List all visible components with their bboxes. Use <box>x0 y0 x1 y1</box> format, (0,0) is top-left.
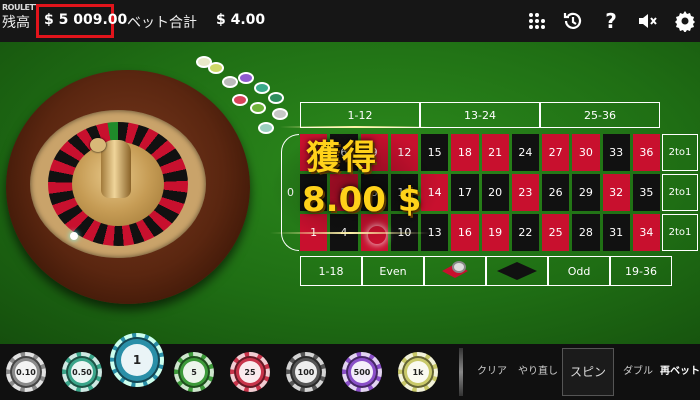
bet-number-33[interactable]: 33 <box>602 134 630 171</box>
chip-label: 1 <box>121 344 153 376</box>
history-icon[interactable] <box>562 10 584 32</box>
bet-number-30[interactable]: 30 <box>572 134 600 171</box>
total-bet-label: ベット合計 <box>127 15 197 31</box>
decor-chip <box>232 94 248 106</box>
chip-1k[interactable]: 1k <box>398 352 438 392</box>
bet-number-28[interactable]: 28 <box>572 214 600 251</box>
bet-column-3[interactable]: 2to1 <box>662 134 698 171</box>
bet-number-21[interactable]: 21 <box>481 134 509 171</box>
chip-0-50[interactable]: 0.50 <box>62 352 102 392</box>
bet-even[interactable]: Even <box>362 256 424 286</box>
bet-number-31[interactable]: 31 <box>602 214 630 251</box>
bet-low[interactable]: 1-18 <box>300 256 362 286</box>
bet-number-27[interactable]: 27 <box>542 134 570 171</box>
double-button[interactable]: ダブル <box>620 348 656 396</box>
top-bar: ROULETT 残高 $ 5 009.00 ベット合計 $ 4.00 ? <box>0 0 700 42</box>
wheel-spindle <box>101 140 131 198</box>
bet-dozen-1[interactable]: 1-12 <box>300 102 420 128</box>
bet-number-18[interactable]: 18 <box>451 134 479 171</box>
balance-value: $ 5 009.00 <box>44 12 128 28</box>
bet-number-35[interactable]: 35 <box>632 174 660 211</box>
bet-number-24[interactable]: 24 <box>511 134 539 171</box>
chip-label: 25 <box>239 361 261 383</box>
bet-high[interactable]: 19-36 <box>610 256 672 286</box>
rebet-button[interactable]: 再ベット <box>660 348 700 396</box>
win-amount: 8.00 $ <box>302 180 422 220</box>
bet-column-2[interactable]: 2to1 <box>662 174 698 211</box>
bet-number-19[interactable]: 19 <box>481 214 509 251</box>
decor-chip <box>238 72 254 84</box>
game-logo: ROULETT <box>2 3 40 12</box>
decor-chip <box>254 82 270 94</box>
help-icon[interactable]: ? <box>600 9 622 33</box>
bet-number-16[interactable]: 16 <box>451 214 479 251</box>
bet-dozen-3[interactable]: 25-36 <box>540 102 660 128</box>
roulette-ball <box>70 232 78 240</box>
decor-chip <box>268 92 284 104</box>
chip-label: 500 <box>351 361 373 383</box>
bet-number-32[interactable]: 32 <box>602 174 630 211</box>
grid-icon[interactable] <box>526 10 548 32</box>
bet-number-29[interactable]: 29 <box>572 174 600 211</box>
win-sparkle-line <box>280 126 430 128</box>
clear-button[interactable]: クリア <box>472 348 512 396</box>
bet-number-17[interactable]: 17 <box>451 174 479 211</box>
chip-label: 0.10 <box>15 361 37 383</box>
bet-number-26[interactable]: 26 <box>542 174 570 211</box>
chip-label: 5 <box>183 361 205 383</box>
chip-label: 1k <box>407 361 429 383</box>
bet-number-25[interactable]: 25 <box>542 214 570 251</box>
balance-label: 残高 <box>2 15 30 31</box>
undo-button[interactable]: やり直し <box>518 348 558 396</box>
chip-5[interactable]: 5 <box>174 352 214 392</box>
decor-chip <box>250 102 266 114</box>
chip-100[interactable]: 100 <box>286 352 326 392</box>
bet-dozen-2[interactable]: 13-24 <box>420 102 540 128</box>
black-diamond-icon <box>497 262 537 280</box>
bet-number-20[interactable]: 20 <box>481 174 509 211</box>
bet-number-22[interactable]: 22 <box>511 214 539 251</box>
bet-number-36[interactable]: 36 <box>632 134 660 171</box>
win-label: 獲得 <box>306 138 378 178</box>
decor-chip <box>208 62 224 74</box>
spin-button[interactable]: スピン <box>562 348 614 396</box>
chip-0-10[interactable]: 0.10 <box>6 352 46 392</box>
placed-chip <box>452 261 466 273</box>
decor-chip <box>272 108 288 120</box>
win-sparkle-line <box>270 232 430 234</box>
total-bet-value: $ 4.00 <box>216 12 266 28</box>
bet-odd[interactable]: Odd <box>548 256 610 286</box>
wheel-spindle-cap <box>90 138 106 152</box>
bet-number-34[interactable]: 34 <box>632 214 660 251</box>
chip-25[interactable]: 25 <box>230 352 270 392</box>
dozen-bets: 1-12 13-24 25-36 <box>300 102 660 128</box>
bet-column-1[interactable]: 2to1 <box>662 214 698 251</box>
outside-bets: 1-18 Even Odd 19-36 <box>300 256 672 286</box>
column-bets: 2to1 2to1 2to1 <box>662 134 698 251</box>
chip-label: 100 <box>295 361 317 383</box>
bet-number-23[interactable]: 23 <box>511 174 539 211</box>
chip-500[interactable]: 500 <box>342 352 382 392</box>
bottom-divider <box>459 348 463 396</box>
settings-icon[interactable] <box>674 10 696 32</box>
bet-black[interactable] <box>486 256 548 286</box>
chip-1-selected[interactable]: 1 <box>110 333 164 387</box>
chip-label: 0.50 <box>71 361 93 383</box>
sound-muted-icon[interactable] <box>636 10 658 32</box>
decor-chip <box>222 76 238 88</box>
